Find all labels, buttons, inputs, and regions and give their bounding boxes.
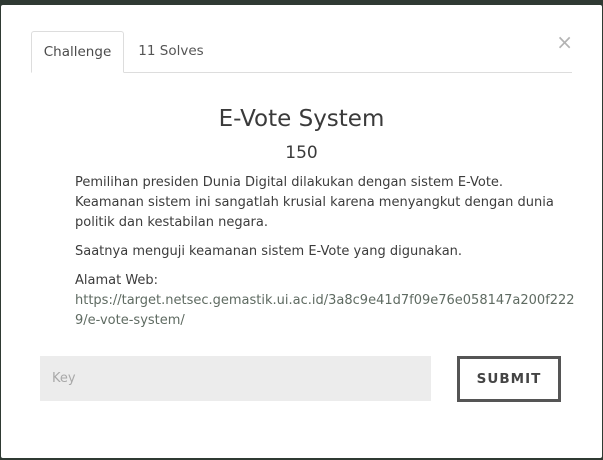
challenge-modal: × Challenge 11 Solves E-Vote System 150 … — [1, 5, 602, 458]
description-paragraph: Saatnya menguji keamanan sistem E-Vote y… — [75, 244, 463, 259]
target-url-link[interactable]: https://target.netsec.gemastik.ui.ac.id/… — [75, 293, 575, 328]
challenge-points: 150 — [285, 143, 318, 163]
tab-solves[interactable]: 11 Solves — [131, 31, 211, 72]
tab-challenge[interactable]: Challenge — [31, 31, 124, 73]
description-paragraph: Pemilihan presiden Dunia Digital dilakuk… — [75, 175, 554, 230]
challenge-title: E-Vote System — [218, 106, 385, 132]
tab-bar: Challenge 11 Solves — [31, 31, 572, 73]
submit-button[interactable]: SUBMIT — [457, 356, 561, 402]
key-input[interactable] — [40, 356, 431, 401]
address-label: Alamat Web: — [75, 273, 159, 288]
challenge-description: Pemilihan presiden Dunia Digital dilakuk… — [75, 173, 575, 331]
address-block: Alamat Web: https://target.netsec.gemast… — [75, 271, 575, 331]
